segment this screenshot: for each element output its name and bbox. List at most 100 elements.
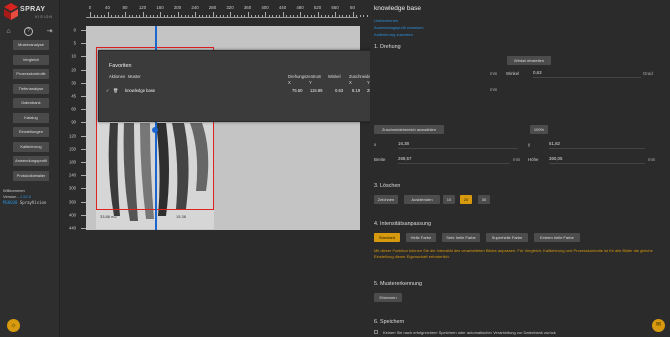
intensity-light-button[interactable]: Helle Farbe — [406, 233, 436, 242]
header-crop-x: X — [349, 80, 352, 85]
chat-icon: ✉ — [655, 322, 662, 328]
ruler-top-mark — [111, 15, 112, 17]
rename-link[interactable]: Umbenennen — [374, 18, 398, 23]
assign-calibration-link[interactable]: Kalibrierung zuweisen — [374, 32, 413, 37]
header-actions: Aktionen — [109, 74, 126, 79]
ruler-top-mark — [310, 15, 312, 17]
sidebar-item-protokolldetailer[interactable]: Protokolldetailer — [13, 171, 49, 181]
return-to-database-checkbox[interactable] — [374, 330, 378, 334]
angle-unit: Grad — [643, 71, 653, 76]
intensity-super-light-button[interactable]: Superhelle Farbe — [486, 233, 528, 242]
rotation-center-handle[interactable] — [152, 127, 158, 133]
ruler-top-mark — [107, 12, 109, 17]
sidebar-item-datenbank[interactable]: Datenbank — [13, 98, 49, 108]
ruler-top-tick: 480 — [296, 5, 304, 10]
sidebar-item-musteranalyse[interactable]: Musteranalyse — [13, 40, 49, 50]
crop-width-input[interactable]: 269,57 — [398, 155, 510, 164]
apply-icon[interactable]: ✔ — [106, 88, 110, 93]
favorite-pattern-name[interactable]: knowledge base — [125, 88, 155, 93]
panel-title: knowledge base — [374, 5, 421, 12]
ruler-top-tick: 280 — [208, 5, 217, 10]
intensity-extreme-light-button[interactable]: Extrem helle Farbe — [534, 233, 580, 242]
ruler-top-mark — [226, 15, 228, 17]
ruler-top-mark — [160, 12, 161, 17]
crop-y-label: y — [528, 142, 531, 147]
home-icon[interactable]: ⌂ — [4, 27, 13, 36]
header-rotation-y: Y — [309, 80, 312, 85]
ruler-top-mark — [100, 15, 102, 17]
crop-x-input[interactable]: 16,38 — [398, 140, 518, 149]
ruler-top-mark — [251, 15, 252, 17]
draw-button[interactable]: Zeichnen — [374, 195, 398, 204]
version-number: 1.52.5 — [19, 194, 32, 199]
sidebar-item-vergleich[interactable]: Vergleich — [13, 55, 49, 65]
hide-button[interactable]: Ausblenden — [404, 195, 440, 204]
ruler-top-mark — [202, 15, 203, 17]
help-circle-icon[interactable]: ? — [24, 27, 33, 36]
ruler-top-mark — [121, 15, 123, 17]
crop-height-input[interactable]: 360,05 — [549, 155, 645, 164]
crop-height-label: Höhe — [528, 157, 539, 162]
set-angle-button[interactable]: Winkel einstellen — [507, 56, 551, 65]
brush-size-30[interactable]: 30 — [478, 195, 490, 204]
sidebar-item-tiefenanalyse[interactable]: Tiefenanalyse — [13, 84, 49, 94]
ruler-top-mark — [149, 15, 151, 17]
ruler-top-mark — [135, 15, 137, 17]
crop-y-input[interactable]: 51,82 — [549, 140, 645, 149]
intensity-very-light-button[interactable]: Sehr helle Farbe — [442, 233, 480, 242]
crop-height-unit: mm — [648, 157, 656, 162]
logout-icon[interactable]: ⇥ — [45, 27, 54, 36]
sidebar-item-einstellungen[interactable]: Einstellungen — [13, 127, 49, 137]
brush-size-10[interactable]: 10 — [443, 195, 455, 204]
sidebar-item-prozesskontrolle[interactable]: Prozesskontrolle — [13, 69, 49, 79]
ruler-left-tick: 400 — [69, 212, 76, 218]
ruler-top-mark — [338, 15, 340, 17]
recognize-button[interactable]: Erkennen — [374, 293, 402, 302]
lightbulb-icon: ☼ — [10, 322, 17, 329]
ruler-top-tick: 320 — [226, 5, 234, 10]
intensity-standard-button[interactable]: Standard — [374, 233, 400, 242]
ruler-top-tick: 360 — [243, 5, 252, 10]
zoom-button[interactable]: 100% — [530, 125, 548, 134]
delete-icon[interactable]: 🗑 — [113, 88, 118, 94]
ruler-left: 0 5 10 20 30 45 60 90 120 150 180 240 300 360 400 440 — [60, 26, 86, 231]
help-button[interactable]: ☼ — [7, 319, 20, 332]
sidebar-item-anwendungsprofil[interactable]: Anwendungsprofil — [13, 156, 49, 166]
brush-size-20[interactable]: 20 — [460, 195, 472, 204]
ruler-left-tick: 240 — [69, 172, 76, 178]
ruler-top-mark — [90, 12, 91, 17]
ruler-top-mark — [181, 15, 182, 17]
ruler-top-mark — [142, 12, 144, 17]
ruler-top-mark — [356, 15, 357, 17]
ruler-top-mark — [331, 15, 333, 17]
sidebar-item-kalibrierung[interactable]: Kalibrierung — [13, 142, 49, 152]
ruler-top-tick: 80 — [122, 5, 128, 10]
ruler-top-mark — [247, 12, 249, 17]
header-rotation: Drehungszentrum — [288, 74, 322, 79]
ruler-left-tick: 5 — [73, 40, 76, 46]
ruler-top-mark — [237, 15, 238, 17]
assign-profile-link[interactable]: Anwendungsprofil zuweisen — [374, 25, 424, 30]
sidebar-item-katalog[interactable]: Katalog — [13, 113, 49, 123]
angle-label: Winkel — [506, 71, 520, 76]
ruler-top-mark — [212, 12, 214, 17]
select-crop-area-button[interactable]: Zuschneidebereich auswählen — [374, 125, 444, 134]
dim-bottom-label: 33.86 m2 — [100, 214, 117, 219]
ruler-top-tick: 240 — [191, 5, 199, 10]
ruler-left-tick: 440 — [69, 225, 76, 231]
cell-angle: 0.63 — [335, 88, 344, 93]
ruler-top-mark — [125, 12, 126, 17]
section-rotation: 1. Drehung — [374, 44, 401, 50]
ruler-top-mark — [300, 12, 301, 17]
rotation-unit-1: mm — [490, 71, 498, 76]
return-to-database-label: Keinen Sie nach erfolgreichem Speichern … — [383, 330, 556, 335]
angle-input[interactable]: 0,63 — [533, 69, 641, 78]
ruler-top-tick: 200 — [173, 5, 182, 10]
ruler-top-tick: 0 — [88, 5, 92, 10]
ruler-top-mark — [233, 15, 235, 17]
ruler-top-mark — [244, 15, 245, 17]
ruler-top-mark — [174, 15, 175, 17]
chat-button[interactable]: ✉ — [652, 319, 665, 332]
ruler-top-mark — [153, 15, 154, 17]
ruler-top-mark — [286, 15, 287, 17]
